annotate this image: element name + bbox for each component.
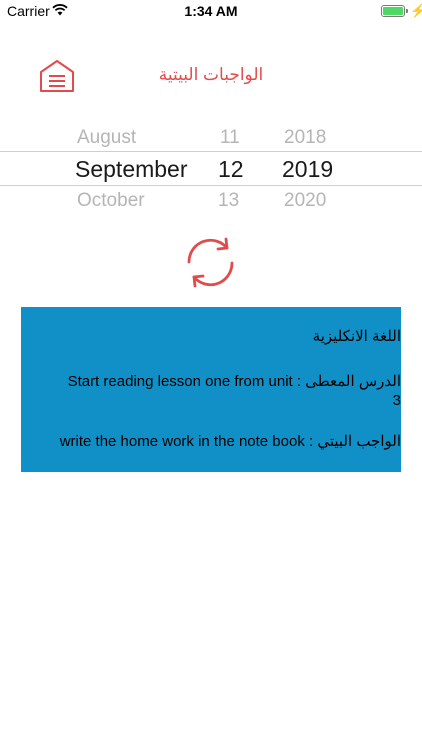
- picker-day-selected[interactable]: 12: [218, 156, 244, 183]
- lesson-text: الدرس المعطى : Start reading lesson one …: [67, 373, 401, 409]
- status-bar: Carrier 1:34 AM ⚡: [0, 0, 422, 22]
- picker-month-prev[interactable]: August: [77, 127, 136, 149]
- clock: 1:34 AM: [184, 3, 238, 19]
- battery-tip: [406, 9, 408, 13]
- refresh-button[interactable]: [183, 235, 238, 290]
- refresh-icon: [187, 237, 234, 288]
- picker-day-prev[interactable]: 11: [220, 127, 240, 149]
- subject-title: اللغة الانكليزية: [312, 328, 401, 345]
- homework-card: اللغة الانكليزية الدرس المعطى : Start re…: [21, 307, 401, 472]
- picker-year-prev[interactable]: 2018: [284, 127, 326, 149]
- picker-year-next[interactable]: 2020: [284, 190, 326, 212]
- picker-selection-top-line: [0, 151, 422, 152]
- page-title: الواجبات البيتية: [158, 65, 264, 84]
- battery-icon: [381, 5, 405, 17]
- picker-year-selected[interactable]: 2019: [282, 156, 333, 183]
- picker-selection-bottom-line: [0, 185, 422, 186]
- picker-day-next[interactable]: 13: [218, 190, 239, 212]
- home-menu-icon: [40, 60, 74, 92]
- menu-button[interactable]: [38, 59, 76, 93]
- date-picker[interactable]: August September October 11 12 13 2018 2…: [0, 120, 422, 215]
- picker-month-selected[interactable]: September: [75, 156, 188, 183]
- picker-month-next[interactable]: October: [77, 190, 145, 212]
- homework-text: الواجب البيتي : write the home work in t…: [59, 433, 401, 450]
- charging-icon: ⚡: [410, 3, 422, 18]
